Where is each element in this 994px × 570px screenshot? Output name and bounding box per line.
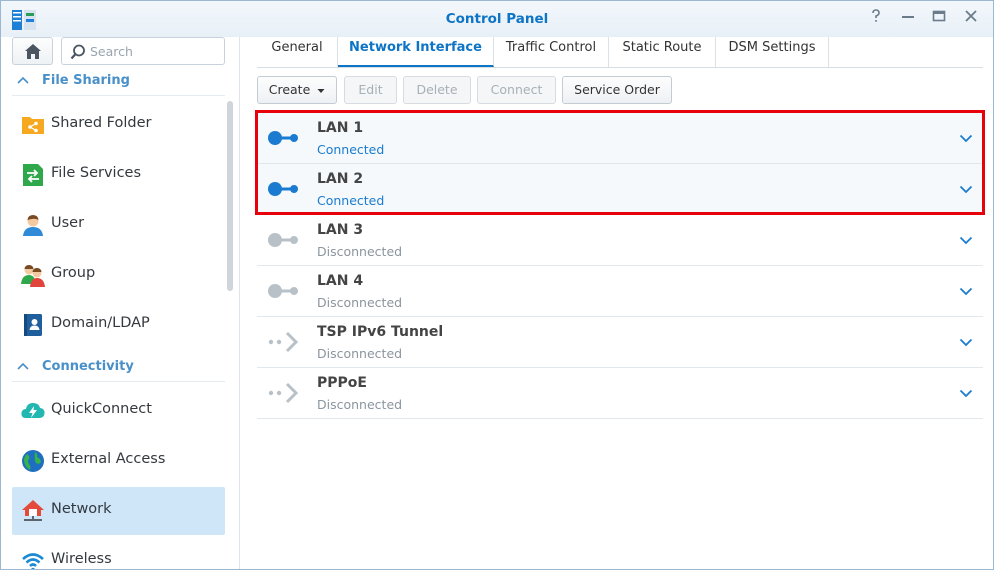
tab-label: Static Route [622,40,702,55]
service-order-button[interactable]: Service Order [562,76,672,104]
tunnel-disconnected-icon [268,331,299,353]
interface-row-lan1[interactable]: LAN 1 Connected [257,113,983,164]
sidebar-item-label: User [51,215,85,231]
ethernet-connected-icon [268,182,298,196]
sidebar: File Sharing Shared Folder File Services [1,37,240,569]
quickconnect-icon [21,403,45,418]
sidebar-item-group[interactable]: Group [12,251,225,299]
chevron-up-icon [17,362,29,370]
help-icon[interactable] [866,9,886,29]
interface-row-tsp-ipv6-tunnel[interactable]: TSP IPv6 Tunnel Disconnected [257,317,983,368]
search-box[interactable] [61,37,225,65]
create-button-label: Create [268,82,311,97]
chevron-down-icon[interactable] [959,182,973,196]
sidebar-item-user[interactable]: User [12,201,225,249]
tab-label: General [271,40,323,55]
tab-label: DSM Settings [728,40,816,55]
tunnel-disconnected-icon [268,382,299,404]
interface-status: Disconnected [317,397,403,412]
interface-row-lan4[interactable]: LAN 4 Disconnected [257,266,983,317]
delete-button-label: Delete [416,82,458,97]
sidebar-item-label: File Services [51,165,142,181]
sidebar-item-file-services[interactable]: File Services [12,151,225,199]
section-label: Connectivity [42,359,134,374]
user-icon [23,215,43,236]
group-icon [21,265,45,287]
search-input[interactable] [90,42,218,60]
interface-name: LAN 4 [317,273,364,289]
sidebar-item-shared-folder[interactable]: Shared Folder [12,101,225,149]
interface-name: LAN 1 [317,120,364,136]
tab-static-route[interactable]: Static Route [609,37,716,67]
sidebar-item-label: Network [51,501,112,517]
sidebar-item-domain-ldap[interactable]: Domain/LDAP [12,301,225,349]
home-button[interactable] [12,37,53,65]
tab-dsm-settings[interactable]: DSM Settings [716,37,829,67]
interface-name: LAN 2 [317,171,364,187]
create-button[interactable]: Create [257,76,337,104]
interface-status: Disconnected [317,295,403,310]
interface-status: Connected [317,193,385,208]
chevron-down-icon[interactable] [959,335,973,349]
tab-traffic-control[interactable]: Traffic Control [494,37,609,67]
sidebar-item-external-access[interactable]: External Access [12,437,225,485]
sidebar-item-wireless[interactable]: Wireless [12,537,225,569]
interface-name: PPPoE [317,375,367,391]
chevron-up-icon [17,76,29,84]
sidebar-item-network[interactable]: Network [12,487,225,535]
connect-button-label: Connect [490,82,543,97]
maximize-icon[interactable] [929,9,949,29]
home-icon [25,44,41,59]
close-icon[interactable] [961,9,981,29]
sidebar-item-label: Shared Folder [51,115,152,131]
tab-bar: General Network Interface Traffic Contro… [257,37,983,68]
minimize-icon[interactable] [898,9,918,29]
sidebar-item-quickconnect[interactable]: QuickConnect [12,387,225,435]
domain-ldap-icon [24,314,42,336]
ethernet-connected-icon [268,131,298,145]
search-icon [70,44,85,60]
shared-folder-icon [22,117,44,134]
interface-name: TSP IPv6 Tunnel [317,324,444,340]
tab-label: Network Interface [349,40,482,55]
chevron-down-icon[interactable] [959,131,973,145]
connect-button[interactable]: Connect [477,76,556,104]
interface-row-pppoe[interactable]: PPPoE Disconnected [257,368,983,419]
caret-down-icon [317,88,325,93]
sidebar-item-label: Group [51,265,96,281]
tab-label: Traffic Control [505,40,597,55]
sidebar-item-label: Wireless [51,551,112,567]
wireless-icon [22,553,44,569]
service-order-button-label: Service Order [574,82,660,97]
tab-general[interactable]: General [257,37,338,67]
sidebar-item-label: QuickConnect [51,401,152,417]
chevron-down-icon[interactable] [959,284,973,298]
ethernet-disconnected-icon [268,284,298,298]
edit-button-label: Edit [358,82,383,97]
chevron-down-icon[interactable] [959,386,973,400]
title-bar: Control Panel [1,1,993,37]
interface-status: Connected [317,142,385,157]
interface-name: LAN 3 [317,222,364,238]
window-title: Control Panel [445,11,549,27]
sidebar-item-label: External Access [51,451,166,467]
sidebar-item-label: Domain/LDAP [51,315,150,331]
interface-row-lan2[interactable]: LAN 2 Connected [257,164,983,215]
file-services-icon [23,164,43,186]
interface-status: Disconnected [317,244,403,259]
section-file-sharing[interactable]: File Sharing [12,70,225,96]
interface-row-lan3[interactable]: LAN 3 Disconnected [257,215,983,266]
interface-status: Disconnected [317,346,403,361]
section-connectivity[interactable]: Connectivity [12,356,225,382]
delete-button[interactable]: Delete [403,76,471,104]
edit-button[interactable]: Edit [344,76,397,104]
sidebar-scrollbar[interactable] [227,101,233,291]
control-panel-window: Control Panel Fi [0,0,994,570]
ethernet-disconnected-icon [268,233,298,247]
tab-network-interface[interactable]: Network Interface [338,37,494,67]
external-access-icon [22,450,44,472]
chevron-down-icon[interactable] [959,233,973,247]
network-icon [22,500,44,521]
section-label: File Sharing [42,73,130,88]
